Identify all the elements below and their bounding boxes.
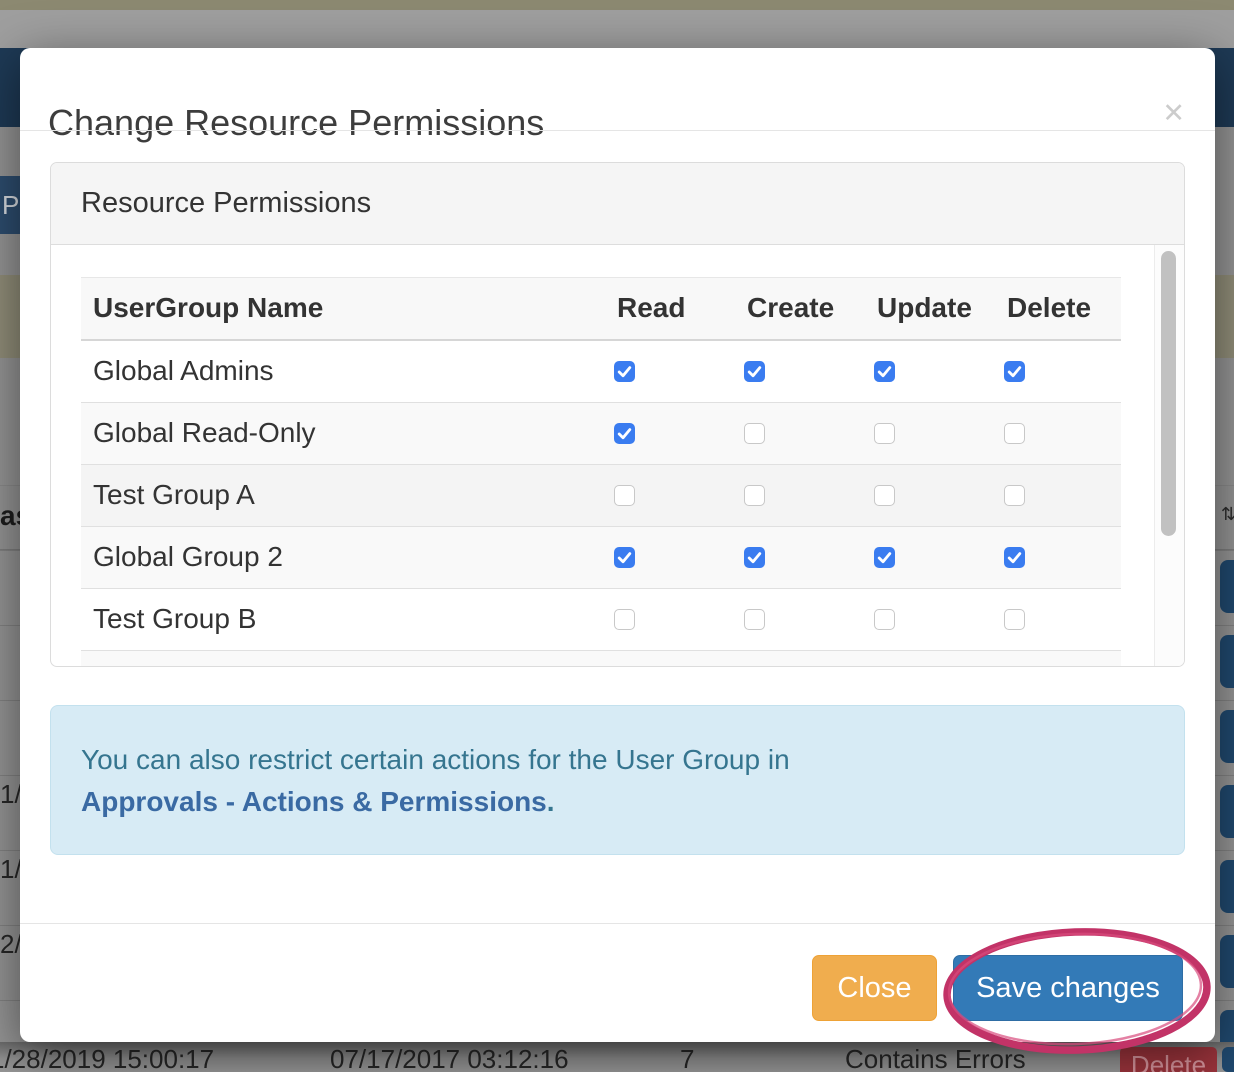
checkbox-update[interactable] bbox=[874, 547, 895, 568]
checkbox-create[interactable] bbox=[744, 485, 765, 506]
checkbox-read[interactable] bbox=[614, 547, 635, 568]
column-header-delete: Delete bbox=[1007, 278, 1091, 338]
background-date-fragment: 1/ bbox=[0, 779, 22, 810]
info-alert-suffix: . bbox=[547, 786, 555, 817]
checkbox-delete[interactable] bbox=[1004, 485, 1025, 506]
checkbox-read[interactable] bbox=[614, 609, 635, 630]
panel-heading: Resource Permissions bbox=[51, 163, 1184, 245]
checkbox-create[interactable] bbox=[744, 547, 765, 568]
scrollbar-thumb[interactable] bbox=[1161, 251, 1176, 536]
background-cell-datetime-1: 1/28/2019 15:00:17 bbox=[0, 1044, 214, 1072]
background-top-area bbox=[0, 10, 1234, 48]
checkbox-update[interactable] bbox=[874, 423, 895, 444]
column-header-create: Create bbox=[747, 278, 834, 338]
background-bottom-row: 1/28/2019 15:00:17 07/17/2017 03:12:16 7… bbox=[0, 1042, 1234, 1072]
checkbox-create[interactable] bbox=[744, 609, 765, 630]
checkbox-update[interactable] bbox=[874, 361, 895, 382]
checkbox-create[interactable] bbox=[744, 423, 765, 444]
background-date-fragment: 1/ bbox=[0, 854, 22, 885]
sort-caret-icon: ⇅ bbox=[1221, 504, 1234, 525]
checkbox-delete[interactable] bbox=[1004, 423, 1025, 444]
table-header-row: UserGroup Name Read Create Update Delete bbox=[81, 277, 1121, 341]
column-header-usergroup-name: UserGroup Name bbox=[93, 278, 323, 338]
info-alert-text: You can also restrict certain actions fo… bbox=[81, 740, 1154, 780]
column-header-update: Update bbox=[877, 278, 972, 338]
background-blue-button-fragment bbox=[1220, 935, 1234, 988]
info-alert-line2: Approvals - Actions & Permissions. bbox=[81, 780, 1154, 824]
background-blue-button-fragment bbox=[1220, 710, 1234, 763]
table-row: Test Group B bbox=[81, 589, 1121, 651]
background-blue-button-fragment bbox=[1220, 560, 1234, 613]
resource-permissions-panel: Resource Permissions UserGroup Name Read C… bbox=[50, 162, 1185, 667]
delete-button: Delete bbox=[1120, 1047, 1217, 1072]
usergroup-name: Test Group A bbox=[93, 465, 255, 525]
usergroup-name: Global Group 2 bbox=[93, 527, 283, 587]
checkbox-update[interactable] bbox=[874, 485, 895, 506]
close-icon[interactable]: ✕ bbox=[1162, 100, 1185, 127]
table-row: Global Group 2 bbox=[81, 527, 1121, 589]
background-date-fragment: 2/ bbox=[0, 929, 22, 960]
checkbox-update[interactable] bbox=[874, 609, 895, 630]
checkbox-delete[interactable] bbox=[1004, 609, 1025, 630]
permissions-table: UserGroup Name Read Create Update Delete Glo… bbox=[81, 277, 1121, 666]
table-row: Global Read-Only bbox=[81, 403, 1121, 465]
checkbox-create[interactable] bbox=[744, 361, 765, 382]
save-changes-button[interactable]: Save changes bbox=[953, 955, 1183, 1021]
column-header-read: Read bbox=[617, 278, 685, 338]
background-blue-button-fragment bbox=[1220, 635, 1234, 688]
change-resource-permissions-modal: Change Resource Permissions ✕ Resource P… bbox=[20, 48, 1215, 1042]
checkbox-delete[interactable] bbox=[1004, 361, 1025, 382]
background-top-strip bbox=[0, 0, 1234, 10]
scrollbar-track[interactable] bbox=[1154, 245, 1184, 666]
usergroup-name: Global Read-Only bbox=[93, 403, 316, 463]
modal-title: Change Resource Permissions bbox=[48, 102, 544, 144]
table-row: Test Group A bbox=[81, 465, 1121, 527]
screen: Pu as s ⇅ 1/1/2/ 1/28/2019 15:00:17 07/1… bbox=[0, 0, 1234, 1072]
checkbox-read[interactable] bbox=[614, 423, 635, 444]
close-button[interactable]: Close bbox=[812, 955, 937, 1021]
background-cell-datetime-2: 07/17/2017 03:12:16 bbox=[330, 1044, 569, 1072]
approvals-permissions-link[interactable]: Approvals - Actions & Permissions bbox=[81, 786, 547, 817]
table-row-clipped bbox=[81, 651, 1121, 666]
checkbox-read[interactable] bbox=[614, 485, 635, 506]
table-row: Global Admins bbox=[81, 341, 1121, 403]
checkbox-delete[interactable] bbox=[1004, 547, 1025, 568]
background-blue-button-fragment bbox=[1220, 785, 1234, 838]
background-cell-count: 7 bbox=[680, 1044, 694, 1072]
checkbox-read[interactable] bbox=[614, 361, 635, 382]
usergroup-name: Test Group B bbox=[93, 589, 256, 649]
usergroup-name: Global Admins bbox=[93, 341, 274, 401]
background-cell-status: Contains Errors bbox=[845, 1044, 1026, 1072]
background-blue-button-fragment bbox=[1222, 1047, 1234, 1072]
info-alert: You can also restrict certain actions fo… bbox=[50, 705, 1185, 855]
background-blue-button-fragment bbox=[1220, 860, 1234, 913]
modal-header-divider bbox=[20, 130, 1215, 131]
modal-footer-divider bbox=[20, 923, 1215, 924]
